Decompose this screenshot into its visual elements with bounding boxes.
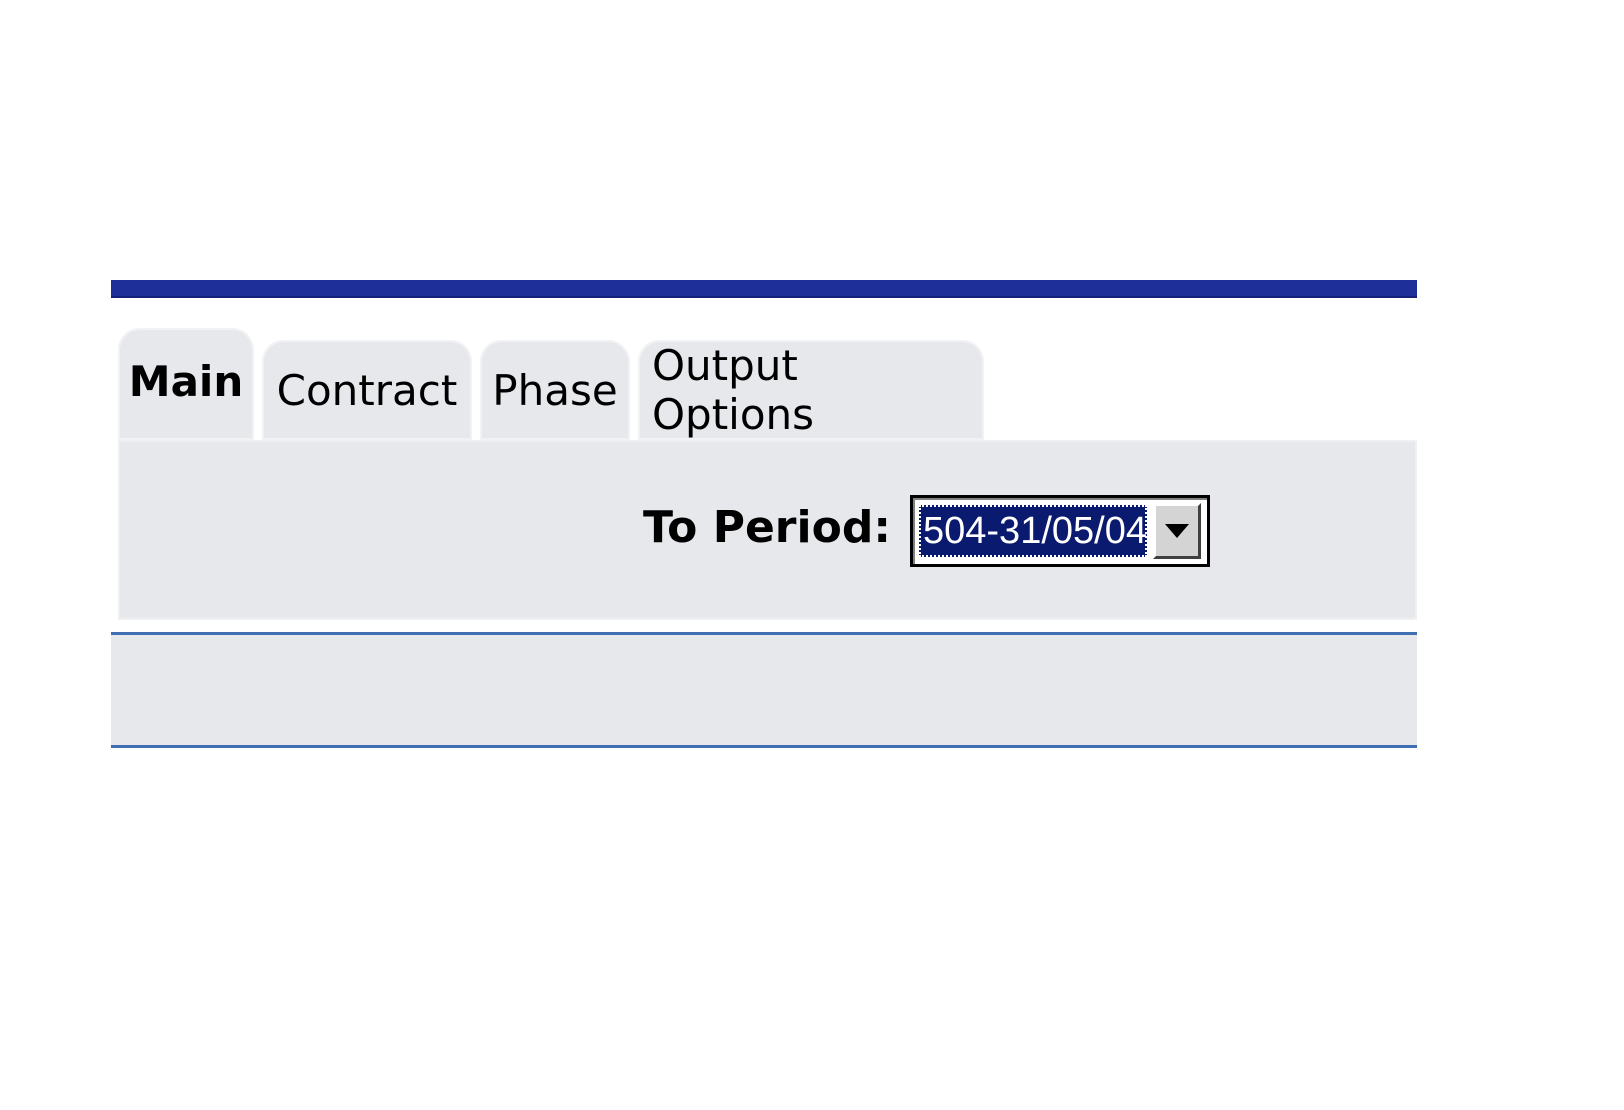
tab-contract[interactable]: Contract — [262, 340, 472, 440]
footer-rule — [111, 745, 1417, 748]
header-rule — [111, 280, 1417, 298]
to-period-select[interactable]: 504-31/05/04 — [910, 495, 1210, 567]
button-bar-area — [111, 635, 1417, 745]
to-period-dropdown-button[interactable] — [1153, 503, 1201, 559]
main-tab-panel: To Period: 504-31/05/04 — [118, 440, 1417, 620]
tab-bar: Main Contract Phase Output Options — [118, 328, 984, 440]
to-period-label: To Period: — [643, 502, 891, 553]
tab-phase[interactable]: Phase — [480, 340, 630, 440]
tab-main[interactable]: Main — [118, 328, 254, 440]
tab-output-options[interactable]: Output Options — [638, 340, 984, 440]
to-period-selected-value[interactable]: 504-31/05/04 — [919, 505, 1147, 557]
chevron-down-icon — [1165, 524, 1189, 538]
